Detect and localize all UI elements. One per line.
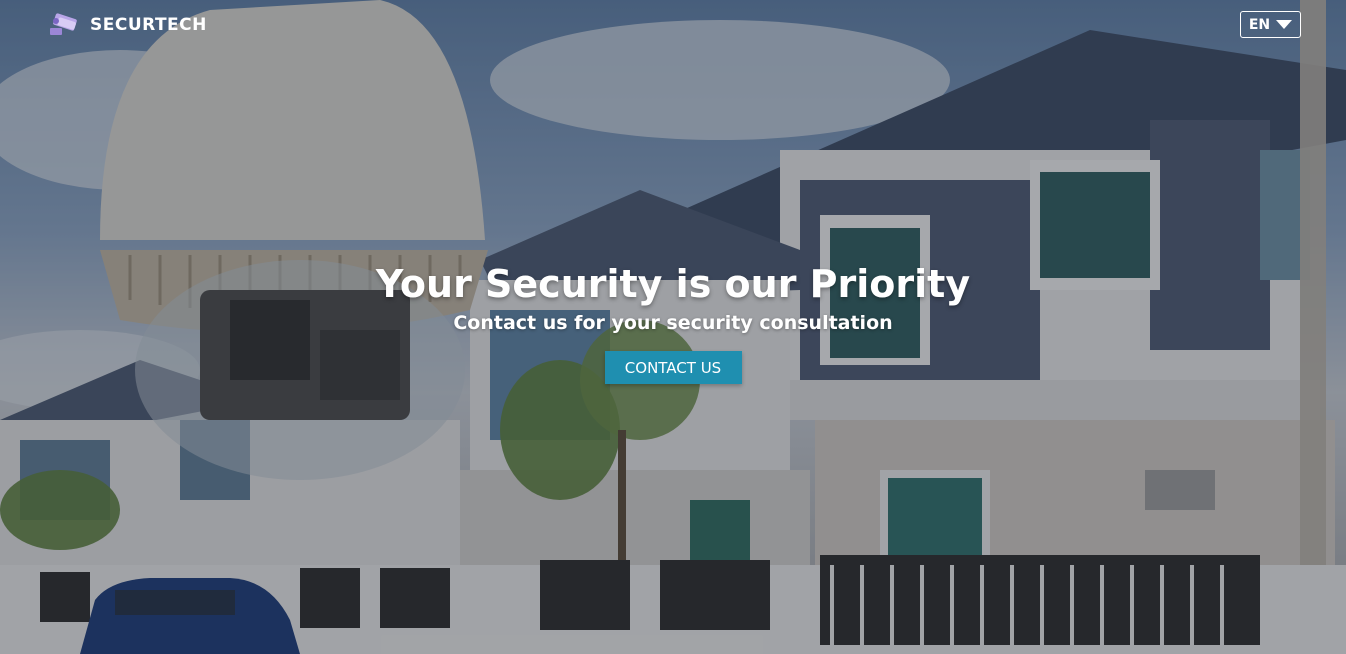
hero-subtitle: Contact us for your security consultatio…	[453, 312, 893, 334]
language-select[interactable]: EN	[1240, 11, 1301, 38]
hero-section: SECURTECH EN Your Security is our Priori…	[0, 0, 1346, 654]
hero-content: Your Security is our Priority Contact us…	[0, 258, 1346, 384]
contact-us-button[interactable]: CONTACT US	[604, 351, 742, 384]
language-selected-label: EN	[1248, 16, 1271, 33]
brand-name: SECURTECH	[90, 15, 207, 35]
hero-title: Your Security is our Priority	[375, 262, 971, 306]
caret-down-icon	[1276, 20, 1293, 29]
brand-logo[interactable]: SECURTECH	[48, 12, 207, 38]
camera-logo-icon	[50, 13, 77, 35]
